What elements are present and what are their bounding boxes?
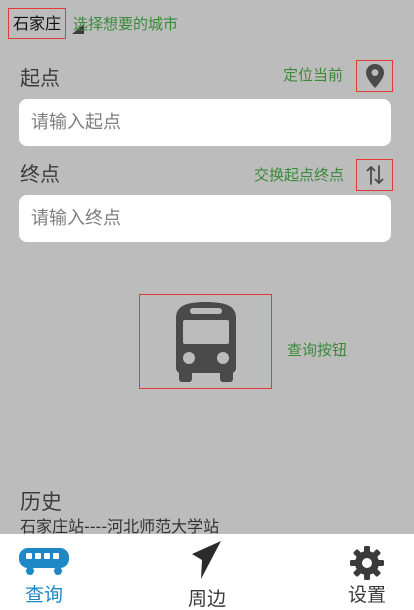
swap-arrows-icon xyxy=(366,165,383,185)
tab-settings-label: 设置 xyxy=(347,584,386,606)
query-hint: 查询按钮 xyxy=(287,341,348,359)
bottom-nav: 查询 周边 设置 xyxy=(0,534,414,610)
tab-nearby[interactable]: 周边 xyxy=(176,534,238,610)
end-input[interactable] xyxy=(31,208,379,229)
tab-settings[interactable]: 设置 xyxy=(336,534,398,610)
bus-front-icon xyxy=(175,301,236,382)
tab-nearby-label: 周边 xyxy=(187,588,226,610)
swap-hint: 交换起点终点 xyxy=(254,166,345,184)
city-name: 石家庄 xyxy=(12,13,61,33)
locate-button[interactable] xyxy=(356,60,393,92)
start-input-field[interactable] xyxy=(19,99,391,146)
bus-icon xyxy=(19,548,69,575)
gear-icon xyxy=(350,546,384,580)
city-hint: 选择想要的城市 xyxy=(73,15,179,33)
history-title: 历史 xyxy=(20,490,62,514)
locate-hint: 定位当前 xyxy=(283,66,344,84)
tab-query-label: 查询 xyxy=(24,584,63,606)
end-input-field[interactable] xyxy=(19,195,391,242)
swap-button[interactable] xyxy=(356,159,393,191)
end-label: 终点 xyxy=(20,162,60,186)
navigation-arrow-icon xyxy=(192,541,221,579)
query-button[interactable] xyxy=(139,294,272,389)
start-label: 起点 xyxy=(20,66,60,90)
tab-query[interactable]: 查询 xyxy=(13,534,75,610)
location-pin-icon xyxy=(365,64,384,88)
start-input[interactable] xyxy=(31,112,379,133)
city-selector[interactable]: 石家庄 xyxy=(8,8,66,39)
